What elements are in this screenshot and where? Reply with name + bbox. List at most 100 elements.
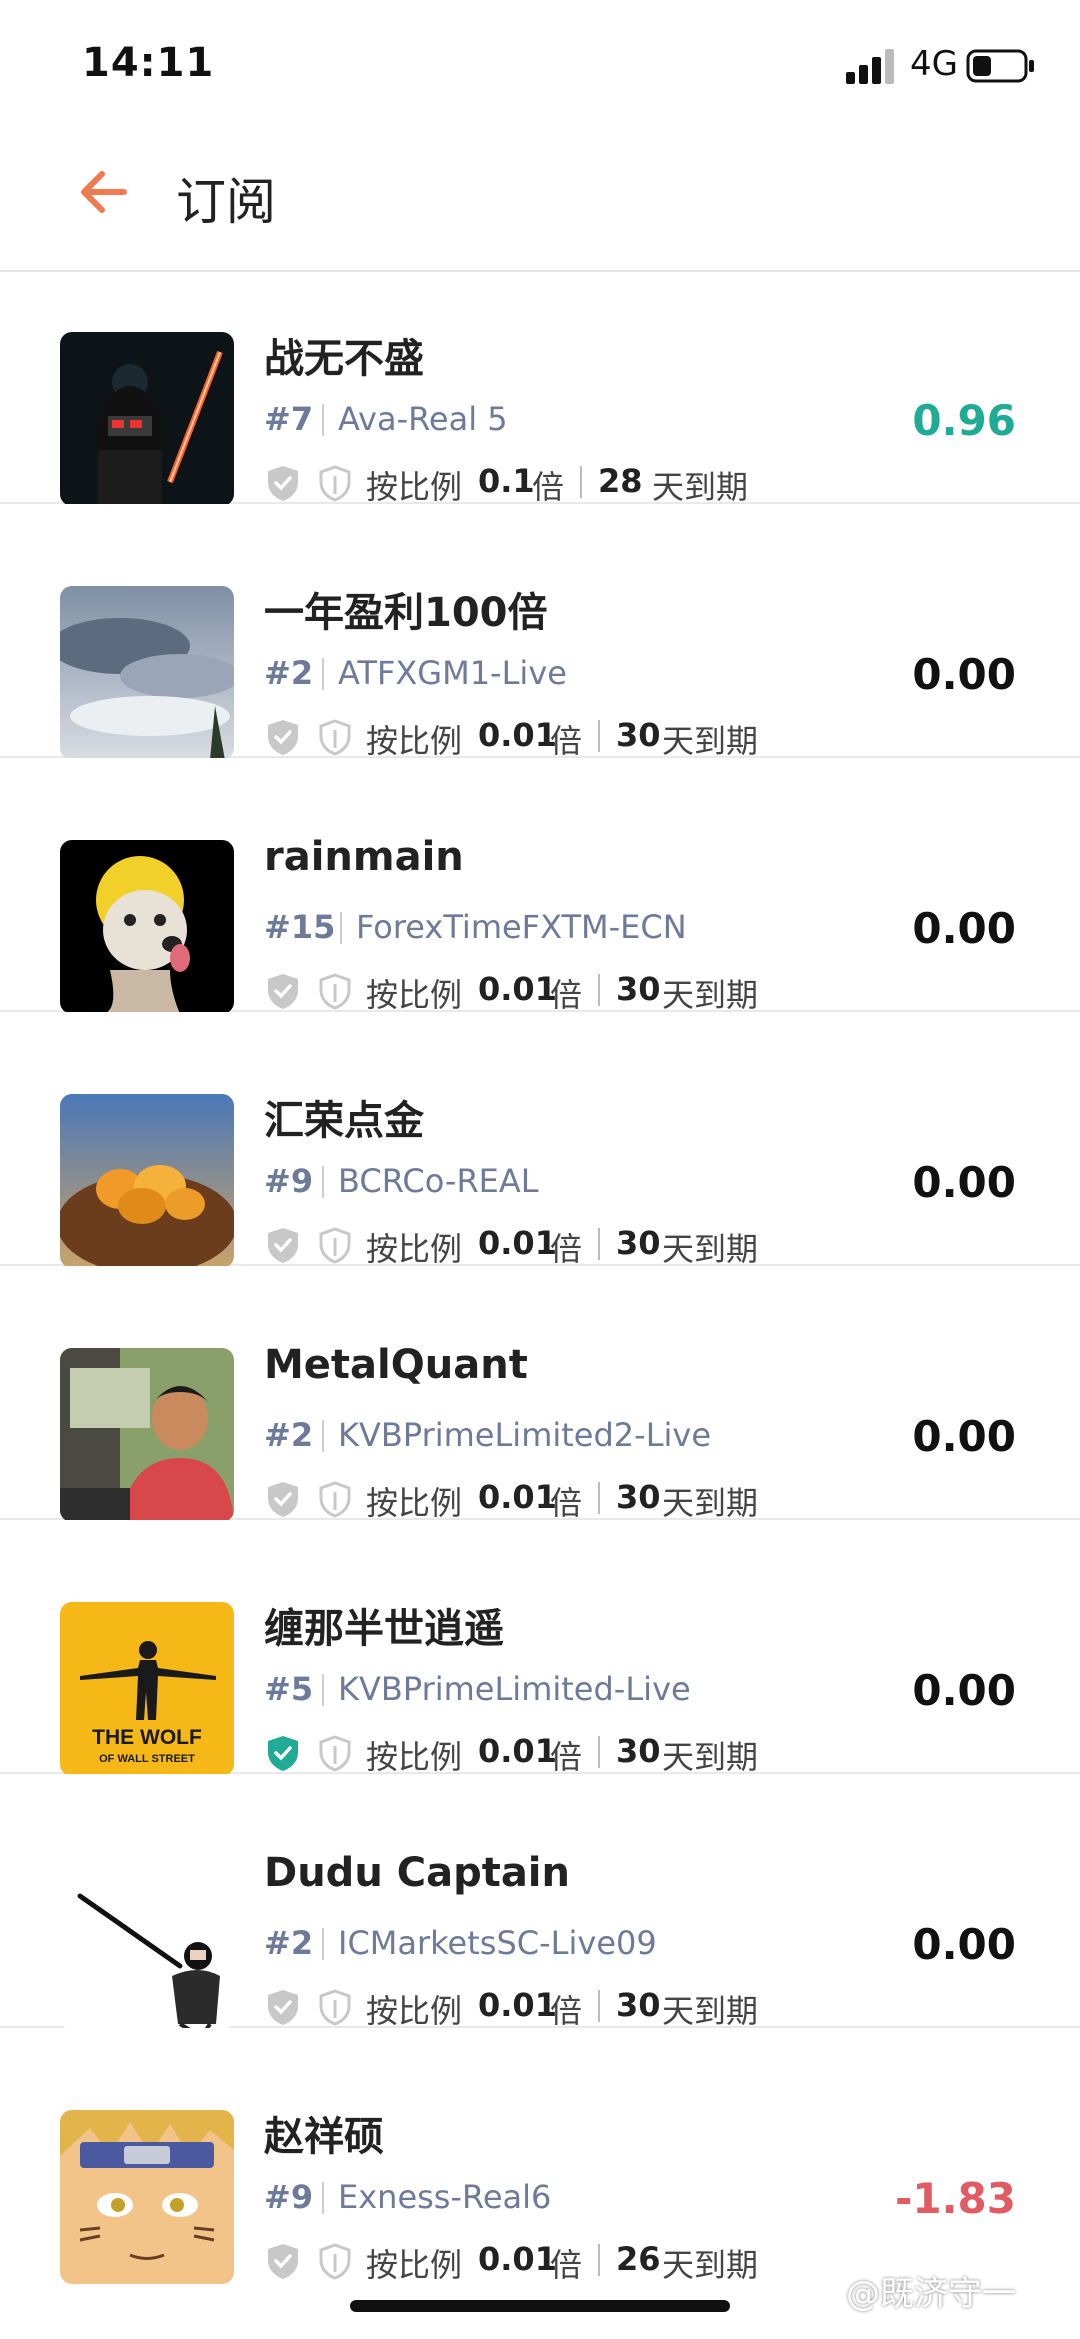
- subscription-item[interactable]: rainmain #15 ForexTimeFXTM-ECN 按比例 0.01 …: [0, 758, 1080, 1014]
- verified-shield-icon: [268, 1736, 298, 1771]
- copy-ratio-value: 0.01: [478, 1986, 557, 2024]
- copy-ratio-value: 0.01: [478, 970, 557, 1008]
- status-time: 14:11: [82, 40, 215, 86]
- copy-ratio-value: 0.01: [478, 716, 557, 754]
- copy-ratio-label: 按比例: [366, 976, 463, 1014]
- expiry-label: 天到期: [662, 2246, 759, 2284]
- subscription-item[interactable]: THE WOLF OF WALL STREET 缠那半世逍遥 #5 KVBPri…: [0, 1520, 1080, 1776]
- copy-ratio-label: 按比例: [366, 1230, 463, 1268]
- divider: [322, 2182, 324, 2214]
- subscription-item[interactable]: 一年盈利100倍 #2 ATFXGM1-Live 按比例 0.01 倍 30 天…: [0, 504, 1080, 760]
- copy-ratio-unit: 倍: [550, 976, 583, 1014]
- copy-ratio-value: 0.01: [478, 2240, 557, 2278]
- copy-ratio-unit: 倍: [550, 1738, 583, 1776]
- trader-name: 一年盈利100倍: [264, 590, 548, 636]
- trader-rank: #2: [264, 1924, 314, 1962]
- trader-rank: #9: [264, 1162, 314, 1200]
- verified-shield-icon: [268, 1228, 298, 1263]
- subscription-item[interactable]: 赵祥硕 #9 Exness-Real6 按比例 0.01 倍 26 天到期 -1…: [0, 2028, 1080, 2284]
- naruto-avatar: [60, 2110, 234, 2284]
- divider: [340, 912, 342, 944]
- divider: [322, 1166, 324, 1198]
- days-remaining: 30: [616, 1224, 661, 1262]
- trader-name: Dudu Captain: [264, 1850, 570, 1896]
- divider: [580, 466, 582, 498]
- battery-icon: [966, 49, 1034, 83]
- divider: [598, 1482, 600, 1514]
- profit-value: 0.00: [912, 1920, 1016, 1969]
- profit-value: 0.00: [912, 1158, 1016, 1207]
- subscription-item[interactable]: 战无不盛 #7 Ava-Real 5 按比例 0.1 倍 28 天到期 0.96: [0, 272, 1080, 506]
- trader-rank: #2: [264, 654, 314, 692]
- expiry-label: 天到期: [662, 722, 759, 760]
- trader-rank: #2: [264, 1416, 314, 1454]
- security-shield-icon: [319, 973, 351, 1010]
- golden-eggs-avatar: [60, 1094, 234, 1268]
- status-bar: 14:11 4G: [0, 0, 1080, 128]
- profit-value: 0.00: [912, 904, 1016, 953]
- trader-name: MetalQuant: [264, 1342, 528, 1388]
- expiry-label: 天到期: [652, 468, 749, 506]
- subscription-item[interactable]: 汇荣点金 #9 BCRCo-REAL 按比例 0.01 倍 30 天到期 0.0…: [0, 1012, 1080, 1268]
- server-name: BCRCo-REAL: [338, 1162, 539, 1200]
- server-name: ICMarketsSC-Live09: [338, 1924, 657, 1962]
- person-in-car-avatar: [60, 1348, 234, 1522]
- security-shield-icon: [319, 2243, 351, 2280]
- days-remaining: 30: [616, 970, 661, 1008]
- wolf-of-wall-street-avatar: THE WOLF OF WALL STREET: [60, 1602, 234, 1776]
- trader-name: 战无不盛: [264, 336, 424, 382]
- subscription-item[interactable]: Dudu Captain #2 ICMarketsSC-Live09 按比例 0…: [0, 1774, 1080, 2030]
- sky-clouds-avatar: [60, 586, 234, 760]
- copy-ratio-unit: 倍: [550, 1992, 583, 2030]
- trader-name: 赵祥硕: [264, 2114, 384, 2160]
- subscription-list[interactable]: 战无不盛 #7 Ava-Real 5 按比例 0.1 倍 28 天到期 0.96…: [0, 272, 1080, 2339]
- server-name: ATFXGM1-Live: [338, 654, 567, 692]
- security-shield-icon: [319, 465, 351, 502]
- avatar-subtitle-text: OF WALL STREET: [99, 1753, 195, 1765]
- divider: [322, 1674, 324, 1706]
- copy-ratio-unit: 倍: [550, 2246, 583, 2284]
- swordsman-avatar: [60, 1856, 234, 2030]
- divider: [322, 1420, 324, 1452]
- network-label: 4G: [910, 44, 958, 84]
- profit-value: 0.00: [912, 650, 1016, 699]
- back-arrow-icon[interactable]: [74, 162, 134, 222]
- copy-ratio-label: 按比例: [366, 2246, 463, 2284]
- home-indicator[interactable]: [350, 2300, 730, 2312]
- security-shield-icon: [319, 1481, 351, 1518]
- server-name: KVBPrimeLimited2-Live: [338, 1416, 712, 1454]
- days-remaining: 26: [616, 2240, 661, 2278]
- avatar-title-text: THE WOLF: [92, 1726, 202, 1749]
- server-name: ForexTimeFXTM-ECN: [356, 908, 687, 946]
- divider: [598, 1228, 600, 1260]
- copy-ratio-unit: 倍: [550, 722, 583, 760]
- divider: [322, 658, 324, 690]
- server-name: Exness-Real6: [338, 2178, 552, 2216]
- trader-rank: #15: [264, 908, 336, 946]
- verified-shield-icon: [268, 1990, 298, 2025]
- days-remaining: 30: [616, 1986, 661, 2024]
- profit-value: 0.00: [912, 1412, 1016, 1461]
- verified-shield-icon: [268, 2244, 298, 2279]
- verified-shield-icon: [268, 1482, 298, 1517]
- copy-ratio-unit: 倍: [532, 468, 565, 506]
- expiry-label: 天到期: [662, 1484, 759, 1522]
- watermark: @既济守一: [846, 2274, 1016, 2314]
- copy-ratio-value: 0.01: [478, 1224, 557, 1262]
- subscription-item[interactable]: MetalQuant #2 KVBPrimeLimited2-Live 按比例 …: [0, 1266, 1080, 1522]
- copy-ratio-label: 按比例: [366, 722, 463, 760]
- trader-name: 汇荣点金: [264, 1098, 424, 1144]
- verified-shield-icon: [268, 974, 298, 1009]
- nav-bar: 订阅: [0, 128, 1080, 272]
- verified-shield-icon: [268, 720, 298, 755]
- security-shield-icon: [319, 1735, 351, 1772]
- copy-ratio-label: 按比例: [366, 1738, 463, 1776]
- profit-value: -1.83: [894, 2174, 1016, 2223]
- dog-avatar: [60, 840, 234, 1014]
- days-remaining: 28: [598, 462, 643, 500]
- copy-ratio-value: 0.01: [478, 1478, 557, 1516]
- divider: [598, 2244, 600, 2276]
- profit-value: 0.96: [912, 396, 1016, 445]
- copy-ratio-label: 按比例: [366, 1484, 463, 1522]
- copy-ratio-label: 按比例: [366, 468, 463, 506]
